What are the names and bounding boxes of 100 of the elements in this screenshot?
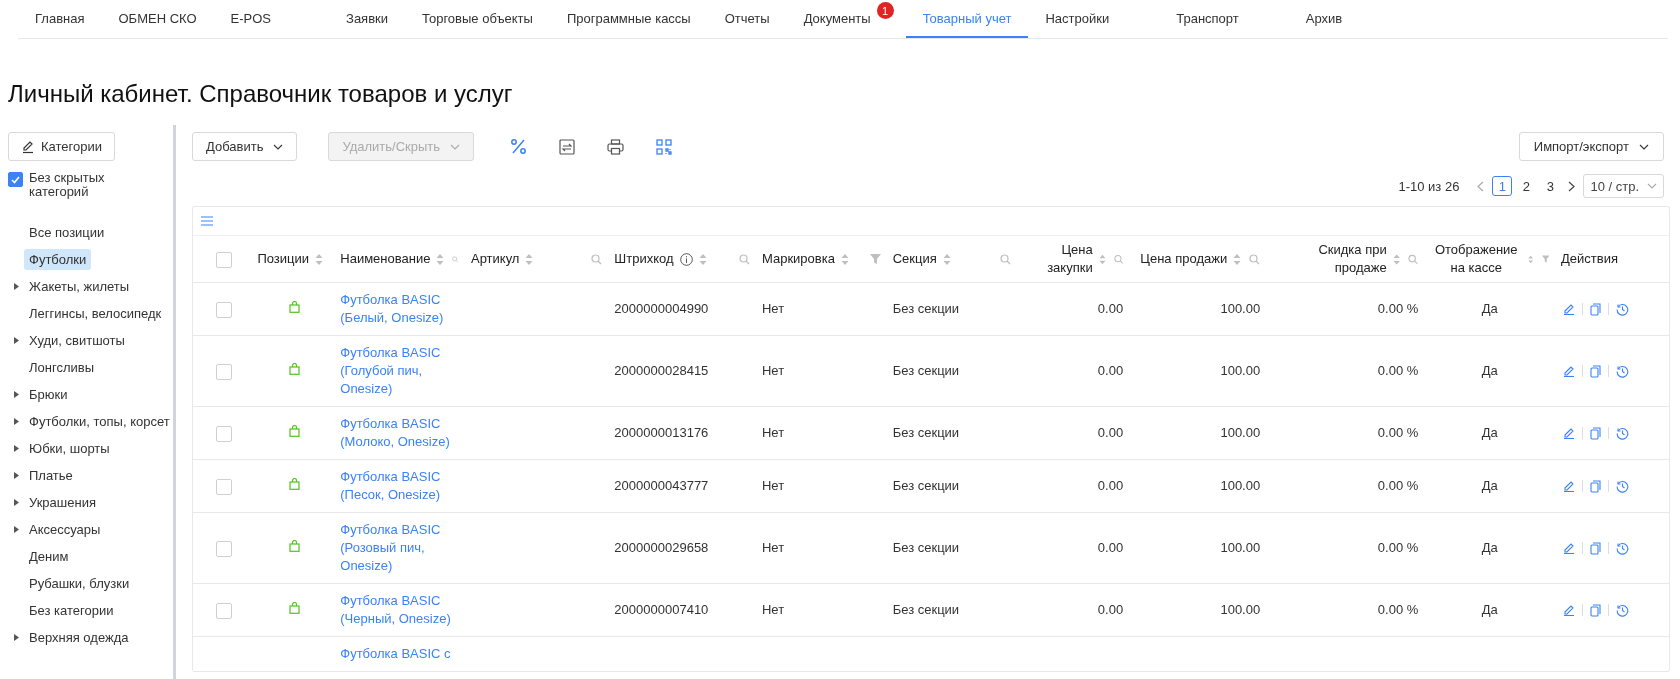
category-item[interactable]: Платье	[24, 465, 78, 486]
copy-icon[interactable]	[1590, 541, 1602, 555]
sort-icon[interactable]	[840, 252, 849, 266]
row-checkbox[interactable]	[215, 540, 232, 557]
sort-icon[interactable]	[436, 252, 445, 266]
product-name-link[interactable]: Футболка BASIC (Песок, Onesize)	[340, 468, 453, 504]
category-item[interactable]: Все позиции	[24, 222, 110, 243]
edit-icon[interactable]	[1563, 365, 1576, 377]
filter-icon[interactable]	[869, 254, 881, 264]
filter-icon[interactable]	[1541, 254, 1550, 264]
expand-arrow-icon[interactable]	[13, 499, 19, 506]
search-icon[interactable]	[738, 253, 750, 265]
qr-code-icon[interactable]	[656, 138, 673, 155]
edit-icon[interactable]	[1563, 427, 1576, 439]
history-icon[interactable]	[1616, 364, 1630, 378]
nav-tab[interactable]: Программные кассы	[549, 0, 708, 38]
nav-tab[interactable]: Настройки	[1028, 0, 1160, 38]
nav-tab[interactable]: Транспорт	[1159, 0, 1289, 38]
expand-arrow-icon[interactable]	[13, 391, 19, 398]
row-checkbox[interactable]	[215, 478, 232, 495]
category-item[interactable]: Футболки, топы, корсет	[24, 411, 175, 432]
category-item[interactable]: Рубашки, блузки	[24, 573, 135, 594]
history-icon[interactable]	[1616, 603, 1630, 617]
history-icon[interactable]	[1616, 479, 1630, 493]
previous-page-icon[interactable]	[1477, 180, 1485, 192]
category-item[interactable]: Худи, свитшоты	[24, 330, 130, 351]
page-size-select[interactable]: 10 / стр.	[1583, 174, 1664, 198]
copy-icon[interactable]	[1590, 364, 1602, 378]
checkbox[interactable]	[8, 172, 23, 187]
print-icon[interactable]	[607, 138, 625, 155]
page-number[interactable]: 1	[1492, 176, 1513, 196]
expand-arrow-icon[interactable]	[13, 472, 19, 479]
search-icon[interactable]	[1249, 253, 1261, 265]
category-item[interactable]: Украшения	[24, 492, 101, 513]
edit-icon[interactable]	[1563, 604, 1576, 616]
nav-tab[interactable]: Документы 1	[786, 0, 906, 38]
history-icon[interactable]	[1616, 426, 1630, 440]
history-icon[interactable]	[1616, 302, 1630, 316]
category-item[interactable]: Юбки, шорты	[24, 438, 115, 459]
search-icon[interactable]	[1408, 253, 1419, 265]
sort-icon[interactable]	[315, 252, 323, 266]
expand-arrow-icon[interactable]	[13, 634, 19, 641]
select-all-checkbox[interactable]	[215, 251, 232, 268]
sort-icon[interactable]	[1233, 252, 1242, 266]
product-name-link[interactable]: Футболка BASIC (Голубой пич, Onesize)	[340, 344, 453, 398]
exchange-icon[interactable]	[559, 138, 576, 155]
edit-icon[interactable]	[1563, 303, 1576, 315]
add-button[interactable]: Добавить	[192, 132, 298, 161]
nav-tab[interactable]: Торговые объекты	[405, 0, 550, 38]
category-item[interactable]: Деним	[24, 546, 74, 567]
edit-icon[interactable]	[1563, 480, 1576, 492]
category-item[interactable]: Без категории	[24, 600, 119, 621]
categories-button[interactable]: Категории	[8, 132, 115, 161]
row-checkbox[interactable]	[215, 363, 232, 380]
product-name-link[interactable]: Футболка BASIC (Белый, Onesize)	[340, 291, 453, 327]
copy-icon[interactable]	[1590, 302, 1602, 316]
column-settings-icon[interactable]	[201, 216, 213, 226]
search-icon[interactable]	[591, 253, 603, 265]
product-name-link[interactable]: Футболка BASIC с	[340, 645, 451, 663]
row-checkbox[interactable]	[215, 301, 232, 318]
category-item[interactable]: Верхняя одежда	[24, 627, 134, 648]
nav-tab[interactable]: Отчеты	[707, 0, 787, 38]
copy-icon[interactable]	[1590, 426, 1602, 440]
row-checkbox[interactable]	[215, 602, 232, 619]
expand-arrow-icon[interactable]	[13, 526, 19, 533]
sort-icon[interactable]	[525, 252, 534, 266]
nav-tab[interactable]: Архив	[1288, 0, 1360, 38]
copy-icon[interactable]	[1590, 479, 1602, 493]
category-item[interactable]: Брюки	[24, 384, 73, 405]
product-name-link[interactable]: Футболка BASIC (Розовый пич, Onesize)	[340, 521, 453, 575]
nav-tab[interactable]: Товарный учет	[905, 0, 1029, 38]
sort-icon[interactable]	[1392, 252, 1401, 266]
nav-tab[interactable]: Заявки	[288, 0, 405, 38]
expand-arrow-icon[interactable]	[13, 418, 19, 425]
page-number[interactable]: 3	[1540, 176, 1561, 196]
category-item[interactable]: Лонгсливы	[24, 357, 99, 378]
search-icon[interactable]	[1113, 253, 1124, 265]
edit-icon[interactable]	[1563, 542, 1576, 554]
category-item[interactable]: Леггинсы, велосипедк	[24, 303, 167, 324]
expand-arrow-icon[interactable]	[13, 445, 19, 452]
import-export-button[interactable]: Импорт/экспорт	[1518, 132, 1664, 161]
search-icon[interactable]	[1000, 253, 1012, 265]
expand-arrow-icon[interactable]	[13, 337, 19, 344]
category-item[interactable]: Футболки	[24, 249, 92, 270]
expand-arrow-icon[interactable]	[13, 283, 19, 290]
sort-icon[interactable]	[942, 252, 951, 266]
product-name-link[interactable]: Футболка BASIC (Черный, Onesize)	[340, 592, 453, 628]
next-page-icon[interactable]	[1568, 180, 1576, 192]
page-number[interactable]: 2	[1516, 176, 1537, 196]
nav-tab[interactable]: Главная	[18, 0, 102, 38]
percent-icon[interactable]	[510, 138, 528, 155]
sort-icon[interactable]	[698, 252, 707, 266]
sort-icon[interactable]	[1098, 252, 1106, 266]
copy-icon[interactable]	[1590, 603, 1602, 617]
category-item[interactable]: Жакеты, жилеты	[24, 276, 135, 297]
product-name-link[interactable]: Футболка BASIC (Молоко, Onesize)	[340, 415, 453, 451]
row-checkbox[interactable]	[215, 425, 232, 442]
history-icon[interactable]	[1616, 541, 1630, 555]
nav-tab[interactable]: ОБМЕН СКО	[101, 0, 214, 38]
category-item[interactable]: Аксессуары	[24, 519, 106, 540]
